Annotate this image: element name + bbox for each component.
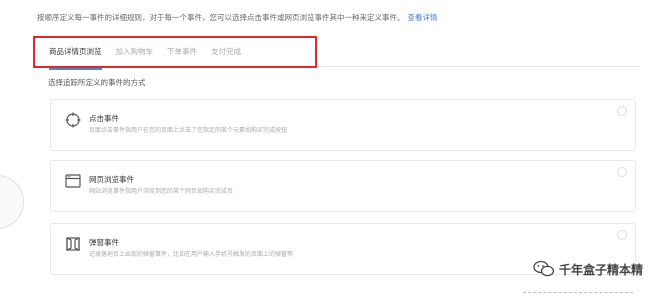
view-details-link[interactable]: 查看详情: [408, 13, 438, 22]
card-description: 页面点击事件指用户在您的页面上点击了您指定的某个元素如购买完成按钮: [89, 127, 288, 134]
side-scroll-handle[interactable]: [0, 175, 24, 229]
card-radio[interactable]: [617, 230, 627, 240]
event-tabs: 商品详情页浏览 加入购物车 下单事件 支付完成: [42, 44, 248, 70]
card-description: 网站浏览事件指用户浏览到您的某个网页如购买完成页: [89, 188, 234, 195]
intro-text: 按顺序定义每一事件的详细规则，对于每一个事件，您可以选择点击事件或网页浏览事件其…: [37, 12, 438, 23]
card-title: 弹窗事件: [89, 238, 119, 247]
card-radio[interactable]: [617, 106, 627, 116]
tab-add-to-cart[interactable]: 加入购物车: [109, 44, 161, 66]
tab-product-detail-view[interactable]: 商品详情页浏览: [42, 44, 109, 70]
card-title: 点击事件: [89, 114, 119, 123]
browser-icon: [65, 174, 81, 188]
tab-divider: [42, 66, 640, 67]
card-title: 网页浏览事件: [89, 175, 134, 184]
card-radio[interactable]: [617, 167, 627, 177]
wechat-icon: [533, 260, 555, 277]
tab-place-order[interactable]: 下单事件: [160, 44, 204, 66]
watermark-text: 千年盒子精本精: [558, 262, 643, 277]
target-icon: [65, 112, 81, 128]
watermark: 千年盒子精本精: [533, 260, 643, 278]
card-description: 记录落地页上出现的弹窗事件，比如在用户输入手机号触发的页面上的弹窗等: [89, 251, 294, 258]
section-subtitle: 选择追踪所定义的事件的方式: [48, 78, 146, 87]
intro-description: 按顺序定义每一事件的详细规则，对于每一个事件，您可以选择点击事件或网页浏览事件其…: [37, 13, 405, 22]
tab-payment-complete[interactable]: 支付完成: [204, 44, 248, 66]
click-event-card[interactable]: 点击事件 页面点击事件指用户在您的页面上点击了您指定的某个元素如购买完成按钮: [50, 99, 636, 151]
popup-icon: [66, 237, 80, 251]
bottom-divider: [523, 292, 633, 294]
page-view-event-card[interactable]: 网页浏览事件 网站浏览事件指用户浏览到您的某个网页如购买完成页: [50, 160, 636, 212]
